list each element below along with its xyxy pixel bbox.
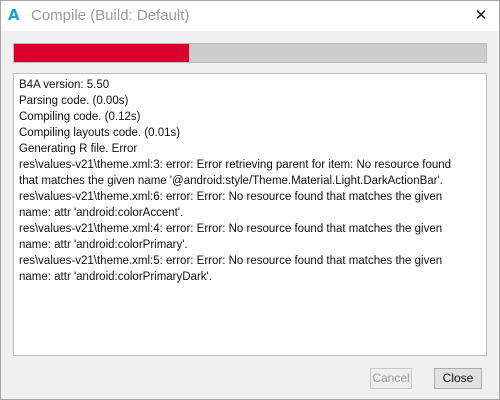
cancel-button[interactable]: Cancel (370, 368, 412, 389)
b4a-app-icon: A (8, 6, 20, 24)
window-title: Compile (Build: Default) (31, 7, 190, 24)
log-line: Parsing code. (0.00s) (19, 95, 129, 107)
log-line: name: attr 'android:colorPrimaryDark'. (19, 271, 212, 283)
close-icon[interactable]: ✕ (472, 5, 490, 25)
compile-log-panel[interactable]: B4A version: 5.50 Parsing code. (0.00s) Co… (13, 73, 487, 356)
progress-bar (13, 43, 487, 63)
log-line: Compiling layouts code. (0.01s) (19, 127, 181, 139)
progress-bar-fill (14, 44, 189, 62)
log-line: that matches the given name '@android:st… (19, 175, 443, 187)
log-line: res\values-v21\theme.xml:3: error: Error… (19, 159, 452, 171)
log-line: name: attr 'android:colorPrimary'. (19, 239, 188, 251)
log-line: res\values-v21\theme.xml:4: error: Error… (19, 223, 443, 235)
close-button[interactable]: Close (434, 368, 482, 389)
compile-dialog: A Compile (Build: Default) ✕ B4A version… (0, 0, 500, 400)
log-line: Compiling code. (0.12s) (19, 111, 141, 123)
log-line: B4A version: 5.50 (19, 79, 110, 91)
log-line: res\values-v21\theme.xml:6: error: Error… (19, 191, 443, 203)
log-line: res\values-v21\theme.xml:5: error: Error… (19, 255, 443, 267)
title-bar[interactable]: A Compile (Build: Default) ✕ (1, 1, 499, 31)
log-line: name: attr 'android:colorAccent'. (19, 207, 184, 219)
log-line: Generating R file. Error (19, 143, 138, 155)
